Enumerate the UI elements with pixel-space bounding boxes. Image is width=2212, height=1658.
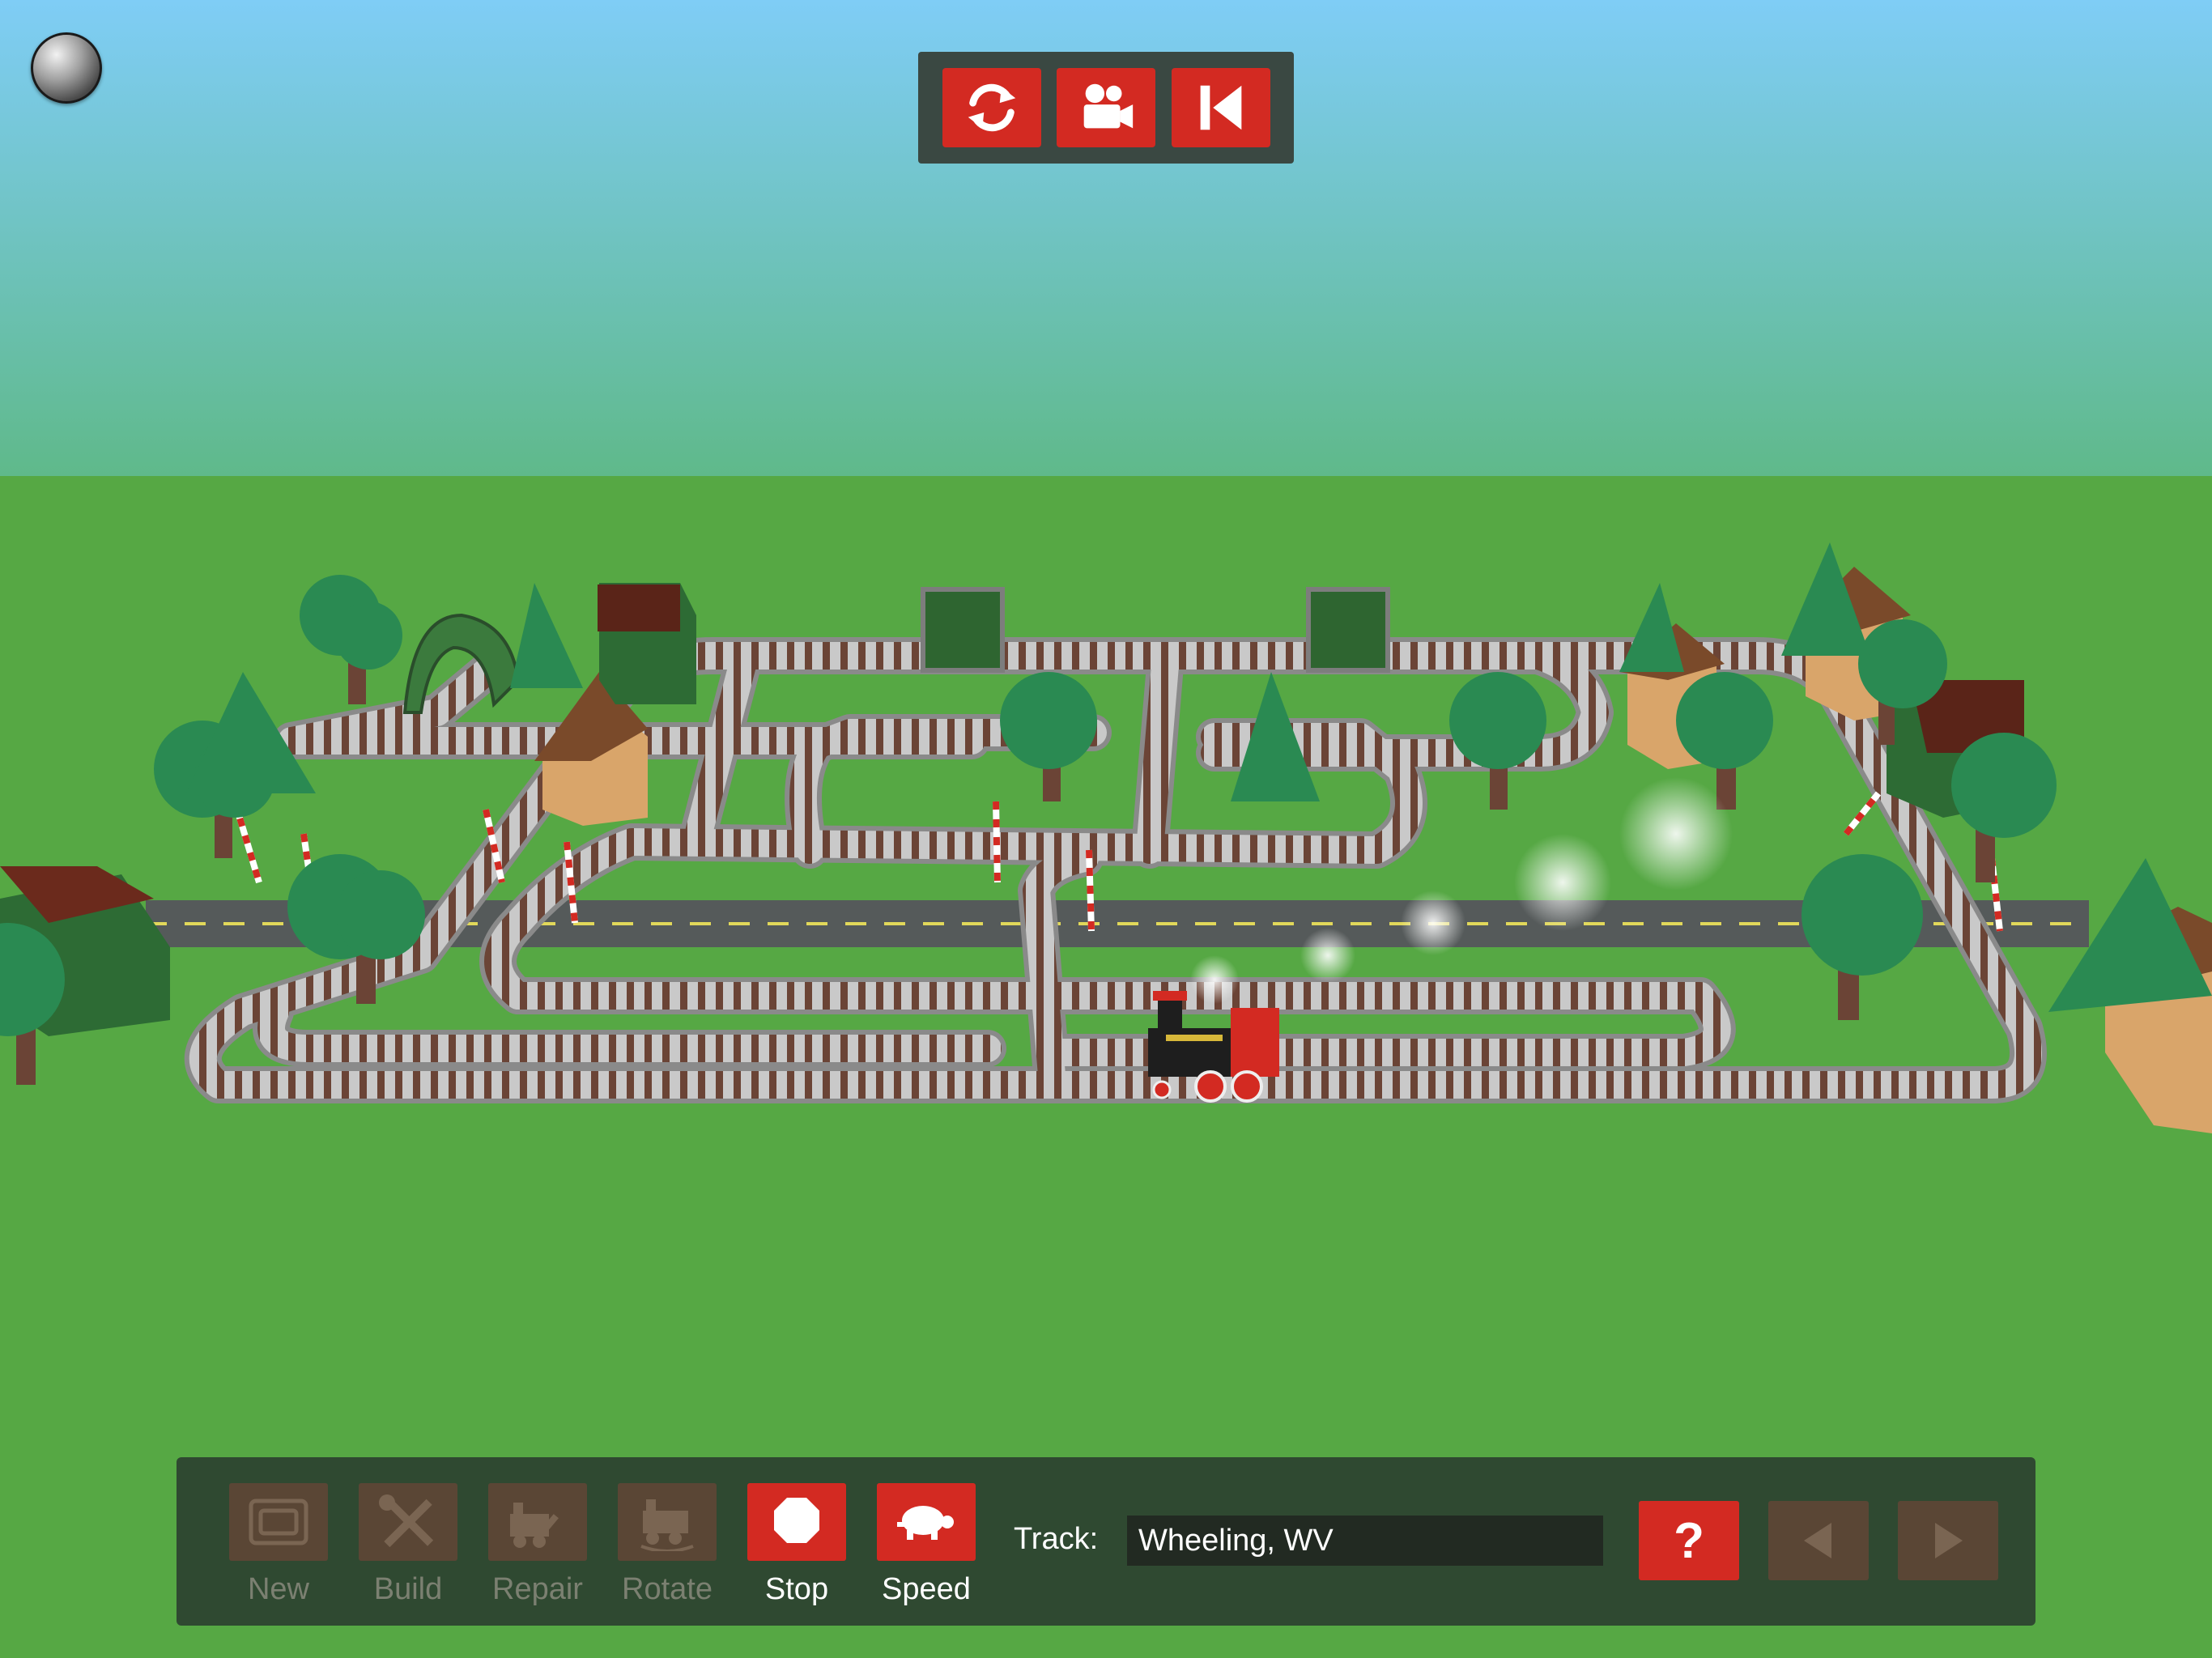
speed-button-face	[877, 1483, 976, 1561]
stop-button[interactable]: Stop	[732, 1483, 861, 1613]
build-button[interactable]: Build	[343, 1483, 473, 1613]
speed-button[interactable]: Speed	[861, 1483, 991, 1613]
refresh-icon	[968, 83, 1015, 132]
tools-icon	[379, 1494, 434, 1548]
refresh-button[interactable]	[942, 68, 1041, 147]
repair-label: Repair	[492, 1572, 583, 1606]
house-dark-left	[598, 583, 696, 704]
new-label: New	[247, 1572, 310, 1606]
tunnel-top-1	[921, 587, 1005, 673]
repair-button-face	[488, 1483, 587, 1561]
train-world-scene[interactable]	[0, 0, 2212, 1658]
new-button[interactable]: New	[214, 1483, 343, 1613]
track-label: Track:	[1014, 1522, 1099, 1556]
rotate-train-icon	[640, 1499, 694, 1551]
previous-track-button[interactable]	[1768, 1501, 1869, 1580]
build-button-face	[359, 1483, 457, 1561]
camera-view-button[interactable]	[1057, 68, 1155, 147]
stop-button-face	[747, 1483, 846, 1561]
camera-toolbar	[918, 52, 1294, 164]
repair-train-icon	[510, 1503, 559, 1548]
rotate-label: Rotate	[622, 1572, 713, 1606]
new-button-face	[229, 1483, 328, 1561]
help-button[interactable]: ?	[1639, 1501, 1739, 1580]
repair-button[interactable]: Repair	[473, 1483, 602, 1613]
rotate-button-face	[618, 1483, 717, 1561]
stop-octagon-icon	[774, 1498, 819, 1543]
left-arrow-icon	[1804, 1523, 1831, 1558]
right-arrow-icon	[1935, 1523, 1963, 1558]
stop-label: Stop	[764, 1572, 829, 1606]
speed-label: Speed	[882, 1572, 971, 1606]
bottom-toolbar: New Build Repair Rotate Stop Speed	[177, 1457, 2035, 1626]
rotate-button[interactable]: Rotate	[602, 1483, 732, 1613]
skip-back-icon	[1200, 85, 1241, 130]
next-track-button[interactable]	[1898, 1501, 1998, 1580]
turtle-icon	[897, 1506, 954, 1540]
new-track-icon	[249, 1499, 308, 1545]
reset-view-button[interactable]	[1171, 68, 1270, 147]
build-label: Build	[373, 1572, 443, 1606]
movie-camera-icon	[1083, 83, 1134, 129]
track-name-field[interactable]: Wheeling, WV	[1127, 1516, 1603, 1566]
tunnel-top-2	[1306, 587, 1390, 673]
settings-knob-icon[interactable]	[31, 32, 102, 104]
